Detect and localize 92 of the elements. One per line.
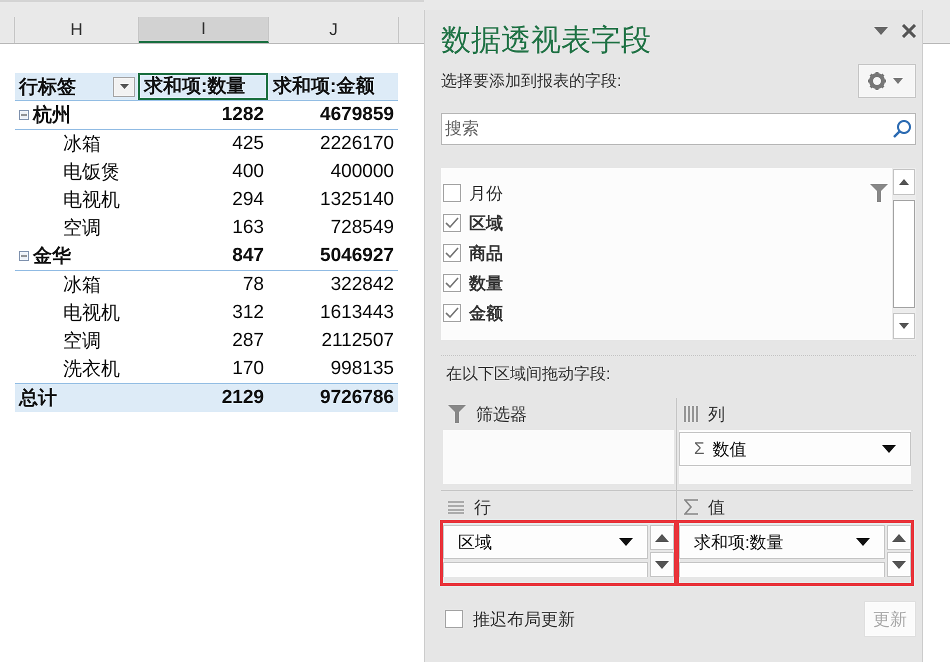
caret-icon — [120, 84, 128, 89]
drop-area[interactable]: Σ 数值 — [679, 430, 911, 484]
table-cell-text: 287 — [231, 330, 265, 352]
panel-title: 数据透视表字段 — [441, 23, 651, 59]
field-name[interactable]: 区域 — [469, 212, 892, 234]
caret-icon — [619, 538, 633, 546]
table-cell-text: 电饭煲 — [62, 161, 121, 185]
table-cell-text: 425 — [231, 133, 265, 155]
checkbox[interactable] — [443, 244, 461, 262]
collapse-button[interactable] — [19, 110, 29, 120]
move-up-button[interactable] — [650, 525, 674, 550]
table-cell-text: 1282 — [220, 104, 265, 126]
table-cell-text: 728549 — [330, 217, 395, 239]
table-cell-text: 322842 — [330, 274, 395, 296]
table-cell-text: 行标签 — [19, 76, 76, 100]
checkbox-label[interactable]: 推迟布局更新 — [473, 608, 854, 630]
table-cell-text: 2112507 — [320, 330, 395, 352]
field-dropdown[interactable] — [443, 562, 648, 577]
search-icon — [892, 119, 912, 139]
field-name[interactable]: 金额 — [469, 302, 892, 324]
columns-icon — [684, 406, 698, 422]
caret-up-icon — [655, 534, 669, 542]
table-cell-text: 998135 — [330, 358, 395, 380]
table-cell-text: 5046927 — [319, 245, 395, 267]
collapse-button[interactable] — [19, 251, 29, 261]
table-cell-text: 总计 — [18, 386, 58, 411]
caret-up-icon — [892, 534, 906, 542]
area-label: 行 — [474, 496, 491, 518]
settings-button[interactable] — [858, 64, 916, 98]
table-cell-text: 电视机 — [62, 302, 121, 326]
caret-down-icon — [655, 560, 669, 568]
area-label: 筛选器 — [476, 404, 527, 426]
area-label: 值 — [708, 496, 725, 518]
field-dropdown[interactable]: 求和项:数量 — [679, 525, 885, 559]
field-dropdown[interactable] — [679, 562, 885, 577]
table-cell-text: 电视机 — [62, 189, 121, 213]
scrollbar[interactable] — [892, 168, 916, 340]
filter-dropdown-button[interactable] — [113, 76, 135, 96]
move-down-button[interactable] — [650, 552, 674, 577]
scroll-down-icon[interactable] — [899, 323, 909, 329]
field-dropdown[interactable]: Σ 数值 — [679, 432, 911, 466]
caret-icon[interactable] — [874, 27, 888, 35]
instruction-text: 选择要添加到报表的字段: — [441, 72, 622, 92]
table-cell-text: 冰箱 — [62, 133, 102, 157]
caret-icon — [856, 538, 870, 546]
table-cell-text: 4679859 — [319, 104, 395, 126]
sigma-icon — [684, 499, 698, 515]
field-name[interactable]: 数量 — [469, 272, 892, 294]
table-cell-text: 空调 — [62, 330, 102, 354]
area-label: 列 — [708, 404, 725, 426]
checkbox[interactable] — [445, 610, 463, 628]
table-cell-text: 2129 — [220, 387, 265, 409]
column-header[interactable]: I — [139, 17, 269, 43]
table-cell-text: 冰箱 — [62, 274, 102, 298]
table-cell-text: 杭州 — [33, 104, 71, 128]
table-cell-text: 洗衣机 — [62, 358, 121, 382]
table-cell-text: 78 — [242, 274, 265, 296]
filter-icon — [448, 405, 466, 423]
scroll-up-icon[interactable] — [899, 179, 909, 185]
move-up-button[interactable] — [887, 525, 911, 550]
table-cell-text: 312 — [231, 302, 265, 324]
table-cell-text: 1613443 — [319, 302, 395, 324]
collapse-icon — [19, 251, 29, 261]
close-icon[interactable] — [902, 24, 916, 38]
table-cell-text: 294 — [231, 189, 265, 211]
caret-down-icon — [892, 560, 906, 568]
checkbox[interactable] — [443, 274, 461, 292]
table-cell-text: 空调 — [62, 217, 102, 241]
table-cell-text: 400000 — [330, 161, 395, 183]
rows-icon — [448, 500, 464, 514]
table-cell-text: 9726786 — [319, 387, 395, 409]
table-cell-text: 847 — [231, 245, 265, 267]
column-header[interactable]: J — [269, 17, 399, 43]
table-cell-text: 163 — [231, 217, 265, 239]
checkbox[interactable] — [443, 214, 461, 232]
table-cell[interactable]: 求和项:数量 — [138, 73, 268, 100]
table-cell[interactable]: 求和项:金额 — [268, 73, 398, 100]
table-cell-text: 1325140 — [319, 189, 395, 211]
search-field[interactable]: 搜索 — [441, 113, 916, 145]
field-name[interactable]: 月份 — [469, 182, 862, 204]
caret-icon — [882, 445, 896, 453]
checkbox[interactable] — [443, 184, 461, 202]
collapse-icon — [19, 110, 29, 120]
instruction-text: 在以下区域间拖动字段: — [446, 364, 612, 385]
checkbox[interactable] — [443, 304, 461, 322]
move-down-button[interactable] — [887, 552, 911, 577]
table-cell-text: 170 — [231, 358, 265, 380]
table-cell-text: 金华 — [33, 245, 71, 269]
table-cell-text: 400 — [231, 161, 265, 183]
field-dropdown[interactable]: 区域 — [443, 525, 648, 559]
field-name[interactable]: 商品 — [469, 242, 892, 264]
table-cell-text: 2226170 — [319, 133, 395, 155]
